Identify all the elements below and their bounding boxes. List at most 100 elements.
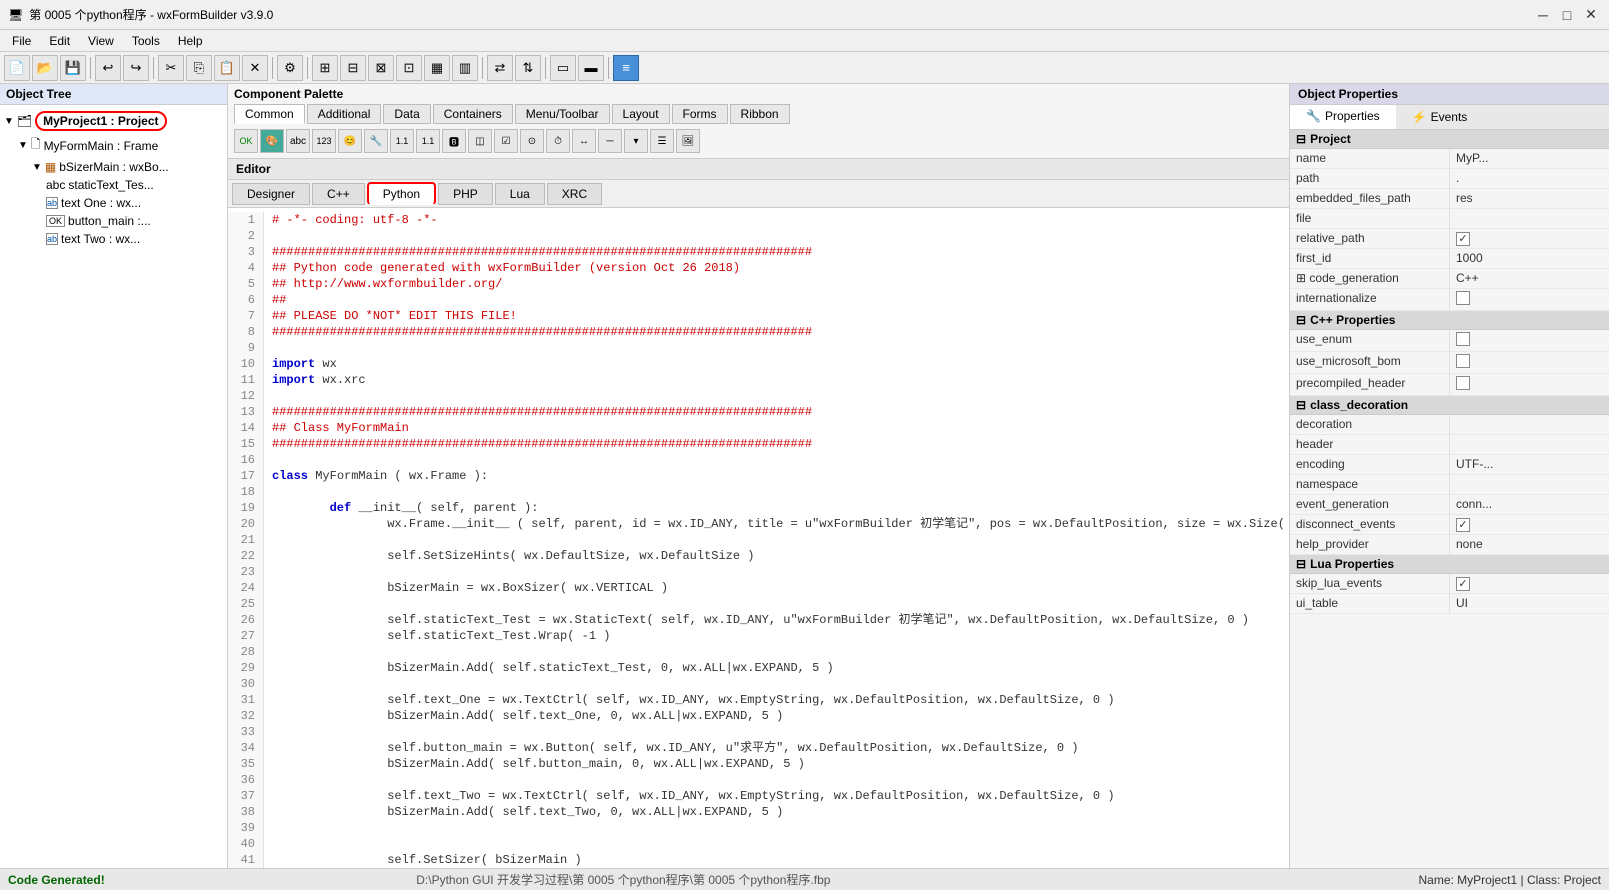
toolbar-align4[interactable]: ⊡ (396, 55, 422, 81)
palette-icon-timer[interactable]: ⏱ (546, 129, 570, 153)
maximize-button[interactable]: □ (1557, 5, 1577, 25)
toolbar-copy[interactable]: ⎘ (186, 55, 212, 81)
toolbar-open[interactable]: 📂 (32, 55, 58, 81)
palette-tab-ribbon[interactable]: Ribbon (730, 104, 790, 124)
menu-edit[interactable]: Edit (41, 32, 78, 50)
tab-designer[interactable]: Designer (232, 183, 310, 205)
tab-cpp[interactable]: C++ (312, 183, 365, 205)
tree-item-sizer[interactable]: ▼ ▦ bSizerMain : wxBo... (32, 158, 223, 176)
code-line-38: 38 bSizerMain.Add( self.text_Two, 0, wx.… (228, 804, 1289, 820)
properties-panel: Object Properties 🔧 Properties ⚡ Events … (1289, 84, 1609, 868)
palette-icon-text[interactable]: abc (286, 129, 310, 153)
prop-row-firstid[interactable]: first_id 1000 (1290, 249, 1609, 269)
menu-help[interactable]: Help (170, 32, 211, 50)
props-tab-events[interactable]: ⚡ Events (1396, 105, 1484, 129)
palette-tab-layout[interactable]: Layout (612, 104, 670, 124)
expand-lua-icon: ⊟ (1296, 557, 1306, 571)
menu-file[interactable]: File (4, 32, 39, 50)
palette-icon-list[interactable]: ☰ (650, 129, 674, 153)
toolbar-paste[interactable]: 📋 (214, 55, 240, 81)
prop-row-name[interactable]: name MyP... (1290, 149, 1609, 169)
toolbar-undo[interactable]: ↩ (95, 55, 121, 81)
prop-row-intl[interactable]: internationalize (1290, 289, 1609, 311)
palette-tab-data[interactable]: Data (383, 104, 430, 124)
tree-item-texttwo[interactable]: ab text Two : wx... (46, 230, 223, 248)
prop-row-uitable[interactable]: ui_table UI (1290, 594, 1609, 614)
palette-tab-menu[interactable]: Menu/Toolbar (515, 104, 610, 124)
palette-icon-ok[interactable]: OK (234, 129, 258, 153)
prop-row-decoration[interactable]: decoration (1290, 415, 1609, 435)
palette-tab-common[interactable]: Common (234, 104, 305, 124)
palette-icon-radio[interactable]: ⊙ (520, 129, 544, 153)
prop-row-codegen[interactable]: ⊞ code_generation C++ (1290, 269, 1609, 289)
props-tab-properties[interactable]: 🔧 Properties (1290, 105, 1396, 129)
line-number: 7 (228, 308, 264, 324)
prop-row-header[interactable]: header (1290, 435, 1609, 455)
toolbar-settings[interactable]: ⚙ (277, 55, 303, 81)
prop-row-evtgen[interactable]: event_generation conn... (1290, 495, 1609, 515)
toolbar-save[interactable]: 💾 (60, 55, 86, 81)
tree-item-statictext[interactable]: abc staticText_Tes... (46, 176, 223, 194)
palette-icon-btn3[interactable]: 🅱 (442, 129, 466, 153)
code-editor[interactable]: 1# -*- coding: utf-8 -*-23##############… (228, 208, 1289, 868)
toolbar-code[interactable]: ≡ (613, 55, 639, 81)
palette-tab-containers[interactable]: Containers (433, 104, 513, 124)
prop-row-pch[interactable]: precompiled_header (1290, 374, 1609, 396)
palette-tab-additional[interactable]: Additional (307, 104, 382, 124)
tree-item-textone[interactable]: ab text One : wx... (46, 194, 223, 212)
palette-icon-btn4[interactable]: ◫ (468, 129, 492, 153)
palette-icon-btn1[interactable]: 😊 (338, 129, 362, 153)
toolbar-align1[interactable]: ⊞ (312, 55, 338, 81)
menu-view[interactable]: View (80, 32, 122, 50)
toolbar-cut[interactable]: ✂ (158, 55, 184, 81)
line-number: 16 (228, 452, 264, 468)
palette-icon-num3[interactable]: 1.1 (416, 129, 440, 153)
toolbar-align5[interactable]: ▦ (424, 55, 450, 81)
prop-row-helpprov[interactable]: help_provider none (1290, 535, 1609, 555)
toolbar-redo[interactable]: ↪ (123, 55, 149, 81)
tree-item-button[interactable]: OK button_main :... (46, 212, 223, 230)
menu-tools[interactable]: Tools (124, 32, 168, 50)
tree-item-frame[interactable]: ▼ 🗋 MyFormMain : Frame (18, 133, 223, 158)
toolbar-align2[interactable]: ⊟ (340, 55, 366, 81)
prop-row-namespace[interactable]: namespace (1290, 475, 1609, 495)
toolbar-delete[interactable]: ✕ (242, 55, 268, 81)
tab-xrc[interactable]: XRC (547, 183, 602, 205)
prop-row-file[interactable]: file (1290, 209, 1609, 229)
prop-val-intl (1450, 289, 1609, 310)
toolbar-align6[interactable]: ▥ (452, 55, 478, 81)
palette-icon-num[interactable]: 123 (312, 129, 336, 153)
tab-lua[interactable]: Lua (495, 183, 545, 205)
palette-tab-forms[interactable]: Forms (672, 104, 728, 124)
tree-project-icon: 🗂 (17, 114, 32, 128)
prop-row-embedded[interactable]: embedded_files_path res (1290, 189, 1609, 209)
toolbar-align3[interactable]: ⊠ (368, 55, 394, 81)
toolbar-move2[interactable]: ⇅ (515, 55, 541, 81)
tab-python[interactable]: Python (367, 182, 436, 205)
tree-item-project[interactable]: ▼ 🗂 MyProject1 : Project (4, 109, 223, 133)
palette-icon-dropdown[interactable]: ▾ (624, 129, 648, 153)
palette-icon-btn2[interactable]: 🔧 (364, 129, 388, 153)
prop-row-disconnevt[interactable]: disconnect_events (1290, 515, 1609, 535)
palette-icon-img[interactable]: 🖼 (676, 129, 700, 153)
palette-icon-check[interactable]: ☑ (494, 129, 518, 153)
toolbar-move1[interactable]: ⇄ (487, 55, 513, 81)
palette-icon-num2[interactable]: 1.1 (390, 129, 414, 153)
props-content: ⊟ Project name MyP... path . embedded_fi… (1290, 130, 1609, 868)
toolbar-expand2[interactable]: ▬ (578, 55, 604, 81)
prop-row-path[interactable]: path . (1290, 169, 1609, 189)
close-button[interactable]: ✕ (1581, 5, 1601, 25)
minimize-button[interactable]: ─ (1533, 5, 1553, 25)
palette-icon-sep[interactable]: ─ (598, 129, 622, 153)
toolbar-expand1[interactable]: ▭ (550, 55, 576, 81)
prop-row-relpath[interactable]: relative_path (1290, 229, 1609, 249)
prop-row-encoding[interactable]: encoding UTF-... (1290, 455, 1609, 475)
prop-row-msbom[interactable]: use_microsoft_bom (1290, 352, 1609, 374)
toolbar-new[interactable]: 📄 (4, 55, 30, 81)
prop-row-skiplua[interactable]: skip_lua_events (1290, 574, 1609, 594)
palette-icon-scroll1[interactable]: ↔ (572, 129, 596, 153)
line-content (264, 644, 272, 660)
tab-php[interactable]: PHP (438, 183, 493, 205)
palette-icon-color[interactable]: 🎨 (260, 129, 284, 153)
prop-row-useenum[interactable]: use_enum (1290, 330, 1609, 352)
